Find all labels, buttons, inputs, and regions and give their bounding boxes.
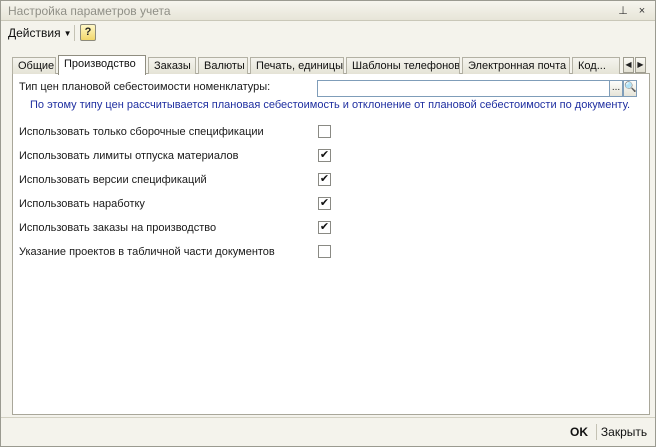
- check-icon: ✔: [319, 197, 330, 209]
- tab-production[interactable]: Производство: [58, 55, 146, 75]
- checkbox-material-limits[interactable]: ✔: [318, 149, 331, 162]
- tab-scroll-left-icon[interactable]: ◀: [623, 57, 634, 73]
- tab-general[interactable]: Общие: [12, 57, 56, 74]
- footer-separator: [596, 424, 597, 440]
- checkbox-projects-in-tables[interactable]: [318, 245, 331, 258]
- close-icon[interactable]: ×: [634, 3, 650, 19]
- tab-codes[interactable]: Код...: [572, 57, 620, 74]
- check-icon: ✔: [319, 221, 330, 233]
- price-type-hint: По этому типу цен рассчитывается планова…: [30, 99, 631, 111]
- ok-button[interactable]: OK: [564, 424, 594, 440]
- settings-window: Настройка параметров учета ⊥ × Действия ▼…: [0, 0, 656, 447]
- option-label-production-orders: Использовать заказы на производство: [19, 222, 217, 234]
- option-label-projects-in-tables: Указание проектов в табличной части доку…: [19, 246, 275, 258]
- tab-bar: Общие Производство Заказы Валюты Печать,…: [12, 55, 650, 75]
- tab-scroll-right-icon[interactable]: ▶: [635, 57, 646, 73]
- option-label-operating-time: Использовать наработку: [19, 198, 145, 210]
- actions-menu-label: Действия: [8, 26, 61, 40]
- option-label-spec-versions: Использовать версии спецификаций: [19, 174, 207, 186]
- magnifier-icon[interactable]: 🔍: [623, 80, 637, 97]
- price-type-input[interactable]: [317, 80, 610, 97]
- price-type-label: Тип цен плановой себестоимости номенклат…: [19, 81, 271, 93]
- window-title: Настройка параметров учета: [8, 4, 171, 18]
- option-label-assembly-specs: Использовать только сборочные спецификац…: [19, 126, 264, 138]
- tab-phone-templates[interactable]: Шаблоны телефонов: [346, 57, 460, 74]
- check-icon: ✔: [319, 173, 330, 185]
- checkbox-assembly-specs[interactable]: [318, 125, 331, 138]
- check-icon: ✔: [319, 149, 330, 161]
- option-label-material-limits: Использовать лимиты отпуска материалов: [19, 150, 239, 162]
- checkbox-operating-time[interactable]: ✔: [318, 197, 331, 210]
- chevron-down-icon: ▼: [63, 29, 72, 38]
- price-type-select-button[interactable]: ...: [609, 80, 623, 97]
- tab-orders[interactable]: Заказы: [148, 57, 196, 74]
- actions-menu-button[interactable]: Действия ▼: [4, 24, 76, 42]
- title-bar: Настройка параметров учета ⊥ ×: [1, 1, 655, 21]
- checkbox-spec-versions[interactable]: ✔: [318, 173, 331, 186]
- pin-icon[interactable]: ⊥: [615, 3, 631, 19]
- tab-currencies[interactable]: Валюты: [198, 57, 248, 74]
- dialog-footer: OK Закрыть: [1, 417, 655, 446]
- toolbar-separator: [74, 25, 75, 41]
- checkbox-production-orders[interactable]: ✔: [318, 221, 331, 234]
- tab-printing-units[interactable]: Печать, единицы: [250, 57, 344, 74]
- help-button[interactable]: ?: [80, 24, 96, 41]
- toolbar: Действия ▼ ?: [1, 22, 655, 44]
- close-button[interactable]: Закрыть: [600, 424, 648, 440]
- tab-email[interactable]: Электронная почта: [462, 57, 570, 74]
